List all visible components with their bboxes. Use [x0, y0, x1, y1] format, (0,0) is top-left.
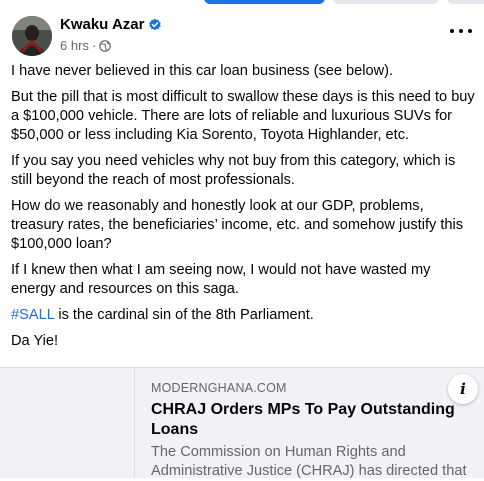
link-description: The Commission on Human Rights and Admin… — [151, 444, 467, 479]
post-time[interactable]: 6 hrs — [60, 38, 89, 53]
more-dot — [459, 29, 463, 33]
top-action-buttons — [0, 0, 484, 8]
author-name[interactable]: Kwaku Azar — [60, 16, 162, 33]
post-meta: 6 hrs · — [60, 38, 112, 53]
post-paragraph: I have never believed in this car loan b… — [11, 63, 394, 79]
post-header: Kwaku Azar 6 hrs · — [12, 10, 472, 58]
post-paragraph: If you say you need vehicles why not buy… — [11, 153, 456, 188]
globe-icon[interactable] — [99, 39, 112, 52]
hashtag-link[interactable]: #SALL — [11, 307, 54, 323]
author-name-text[interactable]: Kwaku Azar — [60, 16, 144, 33]
more-dot — [450, 29, 454, 33]
link-preview-card[interactable]: MODERNGHANA.COM CHRAJ Orders MPs To Pay … — [0, 367, 484, 481]
link-domain: MODERNGHANA.COM — [151, 381, 287, 395]
secondary-action-button[interactable] — [333, 0, 439, 4]
post-text: I have never believed in this car loan b… — [11, 62, 477, 358]
avatar[interactable] — [12, 16, 52, 56]
more-dot — [468, 29, 472, 33]
more-options-icon[interactable] — [450, 24, 472, 38]
info-icon[interactable]: i — [448, 374, 478, 404]
meta-separator: · — [91, 38, 97, 53]
verified-badge-icon — [149, 18, 162, 30]
post-paragraph: If I knew then what I am seeing now, I w… — [11, 262, 431, 297]
post-paragraph: How do we reasonably and honestly look a… — [11, 198, 464, 252]
post-paragraph-hashtag: #SALL is the cardinal sin of the 8th Par… — [11, 306, 477, 325]
hashtag-sentence: is the cardinal sin of the 8th Parliamen… — [54, 307, 314, 323]
link-info[interactable]: MODERNGHANA.COM CHRAJ Orders MPs To Pay … — [151, 380, 471, 481]
link-thumbnail[interactable] — [0, 368, 135, 478]
post-paragraph: But the pill that is most difficult to s… — [11, 89, 475, 143]
tertiary-action-button[interactable] — [447, 0, 484, 4]
primary-action-button[interactable] — [204, 0, 325, 4]
link-title[interactable]: CHRAJ Orders MPs To Pay Outstanding Loan… — [151, 400, 471, 440]
post-closing: Da Yie! — [11, 333, 59, 349]
